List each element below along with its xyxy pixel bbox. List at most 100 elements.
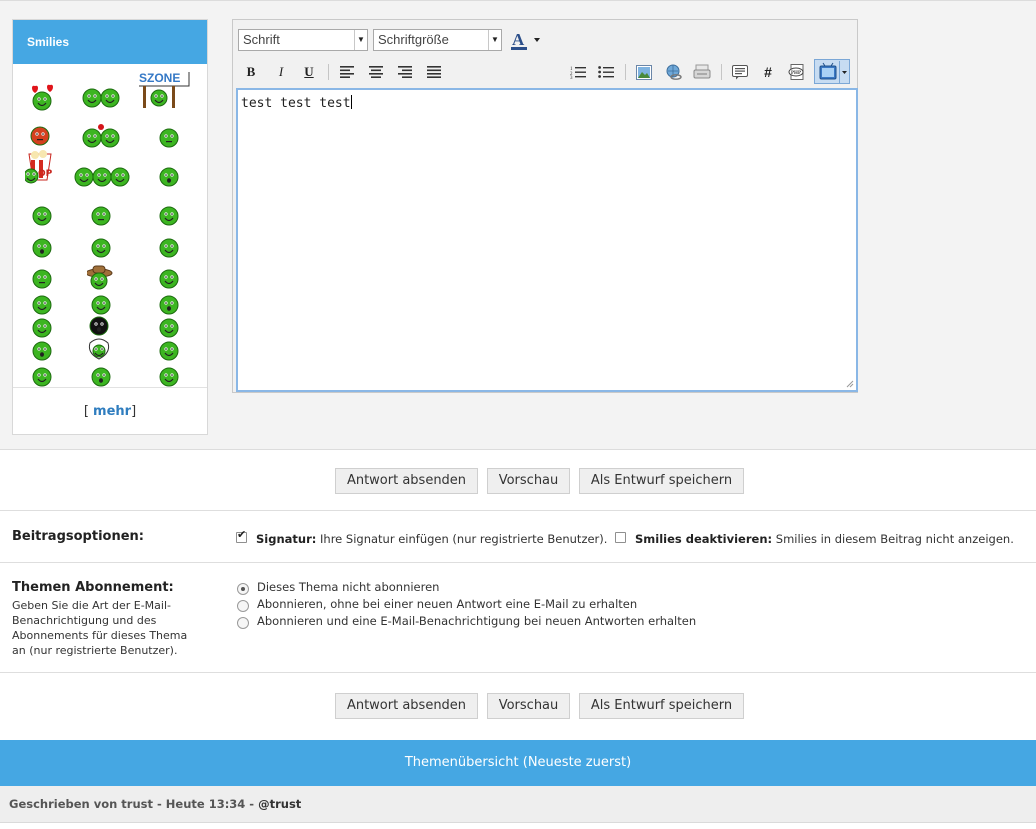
svg-text:PHP: PHP <box>791 71 801 76</box>
sleeping-smiley-graphic <box>32 238 52 258</box>
align-right-icon <box>398 66 412 78</box>
preview-button[interactable]: Vorschau <box>487 468 570 494</box>
laughing-smiley-icon[interactable] <box>155 124 183 152</box>
submit-buttons-bottom: Antwort absenden Vorschau Als Entwurf sp… <box>0 693 1036 719</box>
subscription-label: Themen Abonnement: <box>12 580 174 595</box>
smilies-grid: SZONE OP <box>13 64 207 388</box>
crazy-smiley-icon[interactable] <box>28 337 56 365</box>
remove-link-button[interactable] <box>690 60 714 84</box>
align-left-button[interactable] <box>335 60 359 84</box>
bold-button[interactable]: B <box>239 60 263 84</box>
svg-text:3: 3 <box>570 76 573 79</box>
quote-button[interactable] <box>728 60 752 84</box>
smile-smiley-graphic <box>32 269 52 289</box>
popcorn-smiley-icon[interactable]: OP <box>25 150 59 186</box>
font-color-icon: A <box>511 30 540 50</box>
two-smileys-graphic <box>82 88 120 108</box>
sleeping-smiley-icon[interactable] <box>28 234 56 262</box>
rock-smiley-graphic <box>91 238 111 258</box>
scream-smiley-icon[interactable] <box>155 234 183 262</box>
waving-smiley-icon[interactable] <box>28 202 56 230</box>
red-angry-smiley-icon[interactable] <box>28 124 56 152</box>
more-label[interactable]: mehr <box>93 404 131 419</box>
font-select[interactable]: Schrift ▼ <box>238 29 368 51</box>
divider <box>0 510 1036 511</box>
grin-smiley-icon[interactable] <box>155 265 183 293</box>
group-smileys-icon[interactable] <box>72 163 130 191</box>
popcorn-smiley-graphic: OP <box>25 150 53 184</box>
big-nose-smiley-graphic <box>88 338 110 360</box>
text-caret <box>350 95 352 109</box>
grin-smiley-graphic <box>159 269 179 289</box>
dizzy-smiley-icon[interactable] <box>155 337 183 365</box>
message-text: test test test <box>241 96 351 111</box>
disable-smilies-text: Smilies in diesem Beitrag nicht anzeigen… <box>775 532 1014 546</box>
italic-label: I <box>278 64 284 79</box>
preview-button[interactable]: Vorschau <box>487 693 570 719</box>
devil-smiley-icon[interactable] <box>155 202 183 230</box>
dizzy-smiley-graphic <box>159 341 179 361</box>
hearts-smiley-icon[interactable] <box>28 84 56 112</box>
chevron-down-icon: ▼ <box>488 30 501 50</box>
subscription-radio-none[interactable] <box>237 583 249 595</box>
code-button[interactable]: # <box>756 60 780 84</box>
unlink-icon <box>693 64 711 79</box>
divider <box>0 562 1036 563</box>
waving-smiley-graphic <box>32 206 52 226</box>
signature-checkbox[interactable]: ✔ <box>236 528 247 543</box>
subscription-option-none: Dieses Thema nicht abonnieren <box>257 580 440 594</box>
font-color-button[interactable]: A <box>509 29 543 51</box>
svg-text:A: A <box>512 30 525 49</box>
image-icon <box>636 64 652 80</box>
insert-link-button[interactable] <box>662 60 686 84</box>
shocked-smiley-icon[interactable] <box>155 163 183 191</box>
php-button[interactable]: PHP <box>785 60 809 84</box>
align-right-button[interactable] <box>393 60 417 84</box>
more-smilies-link[interactable]: [ mehr] <box>13 404 207 419</box>
unordered-list-button[interactable] <box>594 60 618 84</box>
svg-text:OP: OP <box>38 169 53 179</box>
bracket-close: ] <box>131 404 137 419</box>
source-mode-button[interactable] <box>814 59 850 84</box>
thread-overview-header: Themenübersicht (Neueste zuerst) <box>0 740 1036 786</box>
save-draft-button[interactable]: Als Entwurf speichern <box>579 468 744 494</box>
insert-image-button[interactable] <box>632 60 656 84</box>
svg-text:SZONE: SZONE <box>139 72 180 85</box>
group-smileys-graphic <box>74 167 130 187</box>
resize-grip-icon[interactable] <box>845 379 854 388</box>
message-textarea[interactable]: test test test <box>236 88 858 392</box>
szone-sign-smiley-icon[interactable]: SZONE <box>139 72 201 116</box>
kissing-smileys-icon[interactable] <box>80 124 122 152</box>
smile-smiley-icon[interactable] <box>28 265 56 293</box>
save-draft-button[interactable]: Als Entwurf speichern <box>579 693 744 719</box>
justify-button[interactable] <box>422 60 446 84</box>
posted-by-text: Geschrieben von trust - Heute 13:34 - <box>9 797 259 811</box>
subscription-radio-email[interactable] <box>237 617 249 629</box>
unordered-list-icon <box>598 66 614 78</box>
ordered-list-icon: 123 <box>570 67 586 79</box>
subscription-option-email: Abonnieren und eine E-Mail-Benachrichtig… <box>257 614 697 628</box>
disable-smilies-option: Smilies deaktivieren: Smilies in diesem … <box>635 532 1014 546</box>
two-smileys-icon[interactable] <box>80 84 122 112</box>
submit-reply-button[interactable]: Antwort absenden <box>335 468 478 494</box>
ordered-list-button[interactable]: 123 <box>566 60 590 84</box>
scream-smiley-graphic <box>159 238 179 258</box>
bold-label: B <box>246 64 256 79</box>
italic-button[interactable]: I <box>269 60 293 84</box>
underline-label: U <box>304 64 314 79</box>
big-nose-smiley-icon[interactable] <box>87 337 113 363</box>
underline-button[interactable]: U <box>297 60 321 84</box>
checkmark-icon: ✔ <box>237 528 247 541</box>
disable-smilies-checkbox[interactable] <box>615 532 626 543</box>
rock-smiley-icon[interactable] <box>87 234 115 262</box>
subscription-radio-no-email[interactable] <box>237 600 249 612</box>
hash-label: # <box>764 64 772 80</box>
smilies-title: Smilies <box>13 20 207 64</box>
subscription-option-no-email: Abonnieren, ohne bei einer neuen Antwort… <box>257 597 638 611</box>
align-center-button[interactable] <box>364 60 388 84</box>
username-mention[interactable]: @trust <box>258 797 301 811</box>
font-size-select[interactable]: Schriftgröße ▼ <box>373 29 502 51</box>
devil-smiley-graphic <box>159 206 179 226</box>
pacman-smiley-icon[interactable] <box>87 202 115 230</box>
submit-reply-button[interactable]: Antwort absenden <box>335 693 478 719</box>
